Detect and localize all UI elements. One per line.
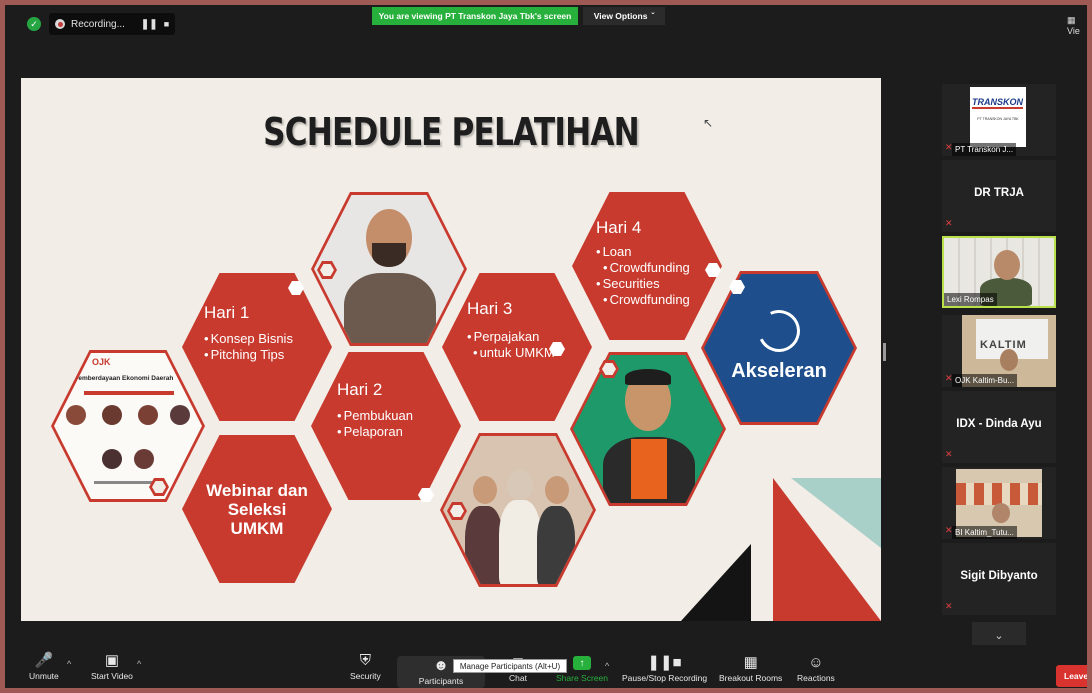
- grid-icon: ▦: [1067, 15, 1076, 25]
- mic-off-icon: 🎤: [34, 652, 54, 669]
- participant-name: OJK Kaltim-Bu...: [952, 374, 1018, 387]
- splitter-handle[interactable]: [883, 343, 886, 361]
- audio-options-caret-icon[interactable]: ^: [67, 659, 71, 669]
- participant-name: BI Kaltim_Tutu...: [952, 526, 1017, 539]
- ojk-logo: OJK: [92, 357, 111, 367]
- poster-year: 20: [180, 367, 196, 383]
- pause-icon[interactable]: ❚❚: [141, 19, 158, 30]
- hari4-item: Loan: [596, 244, 690, 260]
- participant-tile[interactable]: DR TRJA ✕: [942, 160, 1056, 232]
- participant-tile-active-speaker[interactable]: Lexi Rompas: [942, 236, 1056, 308]
- hari4-item: Securities: [596, 276, 690, 292]
- poster-title: Pemberdayaan Ekonomi Daerah: [74, 375, 174, 382]
- viewing-screen-banner: You are viewing PT Transkon Jaya Tbk's s…: [372, 7, 578, 25]
- participants-label: Participants: [418, 676, 464, 686]
- hari1-heading: Hari 1: [204, 303, 250, 322]
- video-options-caret-icon[interactable]: ^: [137, 659, 141, 669]
- hari4-item: Crowdfunding: [596, 260, 690, 276]
- start-video-label: Start Video: [91, 671, 133, 681]
- shared-screen-slide: SCHEDULE PELATIHAN OJK Pemberdayaan Ekon…: [21, 78, 881, 621]
- chat-label: Chat: [509, 673, 527, 683]
- pause-stop-label: Pause/Stop Recording: [622, 673, 708, 683]
- brand-name: Akseleran: [731, 360, 827, 382]
- participant-name: PT Transkon J...: [952, 143, 1017, 156]
- pause-stop-icon: ❚❚■: [647, 654, 682, 671]
- pause-stop-recording-button[interactable]: ❚❚■ Pause/Stop Recording: [622, 653, 707, 688]
- webinar-line: UMKM: [230, 519, 284, 538]
- slide-title: SCHEDULE PELATIHAN: [263, 110, 640, 154]
- recording-dot-icon: [55, 19, 65, 29]
- hari2-item: Pembukuan: [337, 408, 413, 424]
- share-screen-label: Share Screen: [556, 673, 608, 683]
- participant-name: IDX - Dinda Ayu: [956, 418, 1042, 430]
- hari1-item: Konsep Bisnis: [204, 331, 293, 347]
- participant-tile[interactable]: ✕ BI Kaltim_Tutu...: [942, 467, 1056, 539]
- mic-muted-icon: ✕: [945, 601, 953, 611]
- decor-triangle: [681, 544, 751, 621]
- meeting-window: ✓ Recording... ❚❚ ■ You are viewing PT T…: [5, 5, 1087, 688]
- chevron-down-icon: ˇ: [651, 11, 655, 21]
- webinar-line: Seleksi: [227, 500, 287, 519]
- start-video-button[interactable]: ▣ Start Video: [91, 651, 133, 687]
- speaker-photo-hex: [570, 352, 726, 506]
- mic-muted-icon: ✕: [945, 218, 953, 228]
- breakout-label: Breakout Rooms: [719, 673, 783, 683]
- participant-name: DR TRJA: [974, 187, 1024, 199]
- webinar-line: Webinar dan: [206, 481, 308, 500]
- hari4-item: Crowdfunding: [596, 292, 690, 308]
- reactions-label: Reactions: [797, 673, 835, 683]
- reactions-icon: ☺: [808, 654, 824, 671]
- mouse-cursor-icon: ↖: [703, 116, 714, 130]
- shield-icon: ⛨: [359, 652, 371, 669]
- hari3-item: untuk UMKM: [467, 345, 555, 361]
- leave-button[interactable]: Leave: [1056, 665, 1087, 687]
- view-toggle-button[interactable]: ▦ Vie: [1067, 15, 1087, 36]
- share-screen-icon: ↑: [572, 656, 591, 670]
- transkon-logo-sub: PT TRANSKON JAYA TBK: [977, 117, 1019, 121]
- recording-indicator: Recording... ❚❚ ■: [49, 13, 175, 35]
- participants-tooltip: Manage Participants (Alt+U): [453, 659, 567, 673]
- participant-tile[interactable]: KALTIM ✕ OJK Kaltim-Bu...: [942, 315, 1056, 387]
- participant-name: Sigit Dibyanto: [960, 570, 1038, 582]
- participant-tile[interactable]: IDX - Dinda Ayu ✕: [942, 391, 1056, 463]
- akseleran-logo-hex: Akseleran: [701, 271, 857, 425]
- chevron-down-icon: ⌄: [994, 629, 1004, 642]
- event-poster-hex: OJK Pemberdayaan Ekonomi Daerah 20: [51, 350, 205, 502]
- encryption-shield-icon[interactable]: ✓: [27, 17, 41, 31]
- hari1-hex: Hari 1 Konsep Bisnis Pitching Tips: [182, 273, 332, 421]
- mic-muted-icon: ✕: [945, 449, 953, 459]
- breakout-rooms-button[interactable]: ▦ Breakout Rooms: [719, 653, 782, 688]
- unmute-button[interactable]: 🎤 Unmute: [29, 651, 59, 687]
- stop-icon[interactable]: ■: [164, 19, 169, 29]
- akseleran-mark-icon: [752, 304, 806, 358]
- video-off-icon: ▣: [104, 652, 120, 669]
- share-options-caret-icon[interactable]: ^: [605, 661, 609, 671]
- reactions-button[interactable]: ☺ Reactions: [797, 653, 835, 688]
- hari2-item: Pelaporan: [337, 424, 413, 440]
- participant-tile[interactable]: TRANSKON PT TRANSKON JAYA TBK ✕ PT Trans…: [942, 84, 1056, 156]
- view-options-label: View Options: [593, 11, 648, 21]
- hari2-hex: Hari 2 Pembukuan Pelaporan: [311, 352, 461, 500]
- recording-label: Recording...: [71, 18, 125, 30]
- unmute-label: Unmute: [29, 671, 59, 681]
- webinar-hex: Webinar dan Seleksi UMKM: [182, 435, 332, 583]
- hari4-heading: Hari 4: [596, 218, 642, 237]
- participants-icon: ☻: [433, 657, 449, 674]
- participant-name: Lexi Rompas: [944, 293, 997, 306]
- security-label: Security: [350, 671, 381, 681]
- hari1-item: Pitching Tips: [204, 347, 293, 363]
- security-button[interactable]: ⛨ Security: [350, 651, 381, 687]
- hari3-heading: Hari 3: [467, 299, 513, 318]
- hari3-hex: Hari 3 Perpajakan untuk UMKM: [442, 273, 592, 421]
- hari4-hex: Hari 4 Loan Crowdfunding Securities Crow…: [572, 192, 722, 340]
- ojk-sign-text: KALTIM: [980, 339, 1027, 351]
- view-options-button[interactable]: View Options ˇ: [583, 7, 665, 25]
- hari3-item: Perpajakan: [467, 329, 555, 345]
- view-toggle-label: Vie: [1067, 26, 1080, 36]
- breakout-rooms-icon: ▦: [743, 654, 758, 671]
- hari2-heading: Hari 2: [337, 380, 383, 399]
- transkon-logo: TRANSKON: [972, 97, 1023, 109]
- participant-tile[interactable]: Sigit Dibyanto ✕: [942, 543, 1056, 615]
